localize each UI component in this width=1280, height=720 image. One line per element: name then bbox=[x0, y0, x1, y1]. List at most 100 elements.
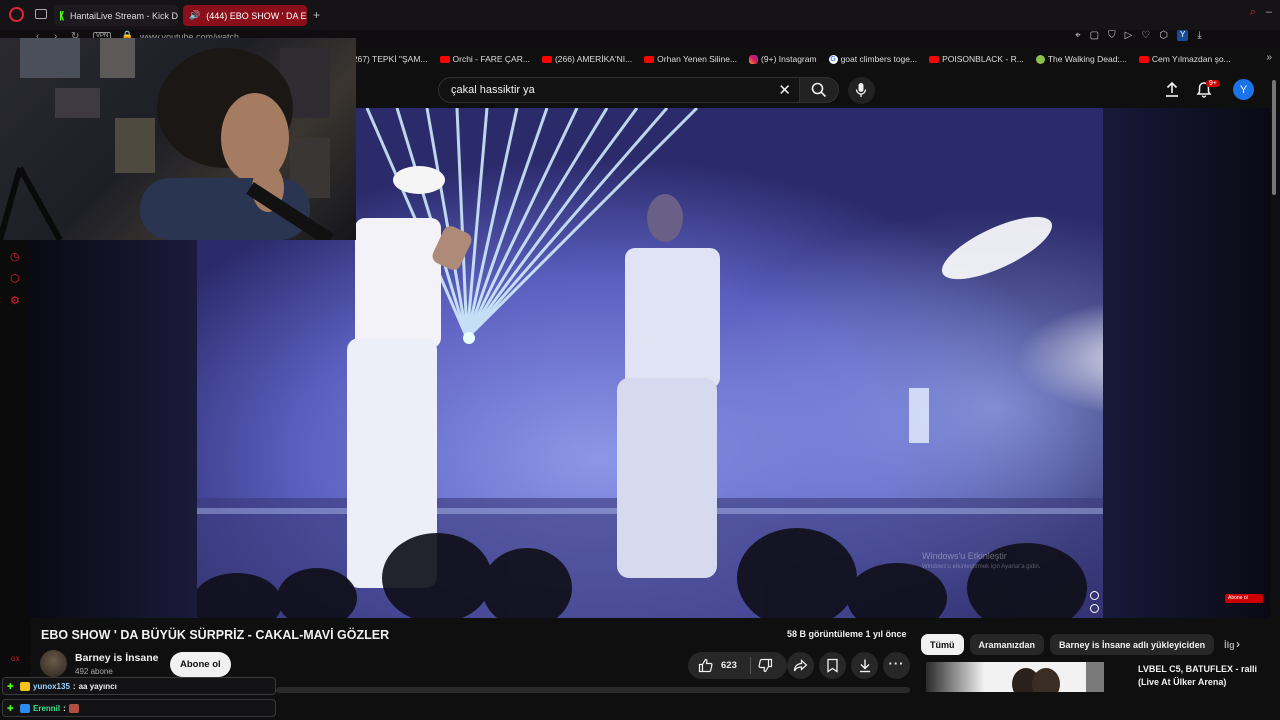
video-title: EBO SHOW ' DA BÜYÜK SÜRPRİZ - CAKAL-MAVİ… bbox=[41, 628, 390, 642]
search-tabs-icon[interactable]: ⌕ bbox=[1250, 6, 1256, 19]
tab-kick-stream[interactable]: HantaiLive Stream - Kick D bbox=[54, 5, 178, 26]
pin-icon[interactable]: ⌖ bbox=[1075, 30, 1081, 41]
heart-icon[interactable]: ♡ bbox=[1141, 30, 1150, 41]
streamer-webcam bbox=[0, 38, 334, 240]
chat-message: ✚ yunox135: aa yayıncı bbox=[2, 677, 276, 695]
bookmark-item[interactable]: POISONBLACK - R... bbox=[929, 52, 1024, 66]
upload-icon[interactable] bbox=[1164, 81, 1180, 98]
chip-from-search[interactable]: Aramanızdan bbox=[969, 634, 1045, 655]
mic-icon bbox=[855, 83, 867, 97]
bookmark-icon bbox=[827, 658, 838, 673]
youtube-icon bbox=[644, 55, 655, 63]
emote-icon bbox=[68, 703, 79, 713]
voice-search-button[interactable] bbox=[848, 77, 875, 104]
chip-from-uploader[interactable]: Barney is İnsane adlı yükleyiciden bbox=[1050, 634, 1215, 655]
windows-activation-watermark: Windows'u Etkinleştir bbox=[922, 551, 1007, 561]
extensions-icon[interactable]: ⬡ bbox=[1159, 30, 1168, 41]
bookmark-item[interactable]: Ggoat climbers toge... bbox=[828, 52, 917, 66]
chat-username[interactable]: yunox135 bbox=[33, 682, 70, 691]
view-count: 58 B görüntüleme 1 yıl önce bbox=[787, 629, 907, 639]
workspaces-icon[interactable] bbox=[35, 9, 47, 19]
minimize-icon[interactable]: – bbox=[1266, 6, 1272, 19]
thumbnail-image bbox=[984, 662, 1104, 692]
speaker-icon[interactable]: 🔊 bbox=[189, 10, 200, 21]
bookmark-item[interactable]: The Walking Dead:... bbox=[1035, 52, 1127, 66]
kick-icon bbox=[60, 10, 64, 21]
channel-name[interactable]: Barney is İnsane bbox=[75, 652, 158, 664]
opera-sidebar: ◷ ⬡ ⚙ bbox=[0, 240, 30, 680]
dislike-button[interactable] bbox=[750, 652, 780, 679]
bookmark-item[interactable]: (267) TEPKİ "ŞAM... bbox=[350, 52, 428, 66]
recommendation-thumbnail[interactable] bbox=[926, 662, 1104, 692]
webcam-overlay bbox=[0, 38, 356, 240]
youtube-icon bbox=[929, 55, 940, 63]
music-icon[interactable]: ▷ bbox=[1125, 30, 1133, 41]
ambient-glow-left bbox=[30, 240, 197, 618]
share-button[interactable] bbox=[787, 652, 814, 679]
subscribe-watermark-badge[interactable]: Abone ol bbox=[1225, 594, 1263, 603]
bookmark-item[interactable]: (9+) Instagram bbox=[749, 52, 817, 66]
youtube-icon bbox=[541, 55, 552, 63]
bookmark-item[interactable]: (266) AMERİKA'NI... bbox=[541, 52, 632, 66]
account-avatar[interactable]: Y bbox=[1233, 79, 1254, 100]
clear-search-icon[interactable]: ✕ bbox=[778, 81, 791, 99]
search-icon bbox=[811, 82, 827, 98]
notification-count-badge: 9+ bbox=[1206, 80, 1220, 87]
shield-icon[interactable]: ⛉ bbox=[1108, 30, 1116, 41]
snapshot-icon[interactable]: ▢ bbox=[1090, 30, 1099, 41]
bookmarks-overflow-icon[interactable]: » bbox=[1266, 52, 1272, 63]
instagram-icon bbox=[749, 54, 759, 64]
miniplayer-icon[interactable] bbox=[1090, 604, 1099, 613]
chips-next-icon[interactable]: › bbox=[1236, 637, 1240, 651]
search-box[interactable]: çakal hassiktir ya ✕ bbox=[438, 77, 800, 103]
share-icon bbox=[793, 659, 808, 672]
window-controls: ⌕ – bbox=[1250, 6, 1272, 19]
search-input[interactable]: çakal hassiktir ya bbox=[451, 84, 535, 96]
ambient-glow-right bbox=[1103, 108, 1270, 618]
tab-label: HantaiLive Stream - Kick D bbox=[69, 10, 178, 21]
thumbs-down-icon bbox=[757, 658, 772, 673]
horizontal-scrollbar[interactable] bbox=[276, 687, 910, 693]
bookmark-item[interactable]: Orhan Yenen Siline... bbox=[644, 52, 737, 66]
bookmarks-bar: (267) TEPKİ "ŞAM... Orchi - FARE ÇAR... … bbox=[350, 52, 1231, 66]
windows-activation-hint: Windows'u etkinleştirmek için Ayarlar'a … bbox=[922, 564, 1041, 570]
youtube-icon bbox=[439, 55, 450, 63]
history-icon[interactable]: ◷ bbox=[10, 250, 22, 263]
sub-badge-icon bbox=[20, 681, 30, 691]
settings-gear-icon[interactable]: ⚙ bbox=[10, 294, 22, 307]
settings-icon[interactable] bbox=[1090, 591, 1099, 600]
recommendation-chips: Tümü Aramanızdan Barney is İnsane adlı y… bbox=[921, 634, 1242, 655]
channel-avatar[interactable] bbox=[40, 650, 67, 677]
profile-extension-icon[interactable]: Y bbox=[1177, 30, 1189, 41]
bookmark-item[interactable]: Orchi - FARE ÇAR... bbox=[439, 52, 530, 66]
tab-youtube-video[interactable]: 🔊 (444) EBO SHOW ' DA E bbox=[183, 5, 307, 26]
browser-tab-bar: HantaiLive Stream - Kick D 🔊 (444) EBO S… bbox=[0, 0, 1280, 30]
recommendation-title[interactable]: LVBEL C5, BATUFLEX - ralli (Live At Ülke… bbox=[1138, 663, 1268, 689]
download-button[interactable] bbox=[851, 652, 878, 679]
search-button[interactable] bbox=[799, 77, 839, 103]
chat-message: ✚ Erennil: bbox=[2, 699, 276, 717]
verified-badge-icon bbox=[20, 703, 30, 713]
new-tab-button[interactable]: + bbox=[313, 8, 320, 22]
more-dots-icon: ··· bbox=[888, 656, 905, 671]
extension-toolbar: ⌖ ▢ ⛉ ▷ ♡ ⬡ Y ⤓ bbox=[1075, 30, 1202, 41]
gx-label: GX bbox=[11, 657, 20, 663]
walking-dead-icon bbox=[1035, 54, 1045, 64]
opera-logo-icon[interactable] bbox=[9, 7, 24, 22]
page-scrollbar[interactable] bbox=[1272, 80, 1276, 195]
plus-badge-icon: ✚ bbox=[7, 681, 14, 691]
youtube-icon bbox=[1138, 55, 1149, 63]
subscribe-button[interactable]: Abone ol bbox=[170, 652, 231, 677]
more-actions-button[interactable]: ··· bbox=[883, 652, 910, 679]
google-icon: G bbox=[828, 54, 838, 64]
plus-badge-icon: ✚ bbox=[7, 703, 14, 713]
chip-all[interactable]: Tümü bbox=[921, 634, 964, 655]
chat-text: aa yayıncı bbox=[78, 681, 117, 691]
save-button[interactable] bbox=[819, 652, 846, 679]
like-count: 623 bbox=[721, 660, 737, 671]
bookmark-item[interactable]: Cem Yılmazdan şo... bbox=[1138, 52, 1231, 66]
tab-label: (444) EBO SHOW ' DA E bbox=[206, 10, 307, 21]
extensions-sidebar-icon[interactable]: ⬡ bbox=[10, 272, 22, 285]
chat-username[interactable]: Erennil bbox=[33, 704, 60, 713]
download-icon[interactable]: ⤓ bbox=[1197, 30, 1201, 41]
